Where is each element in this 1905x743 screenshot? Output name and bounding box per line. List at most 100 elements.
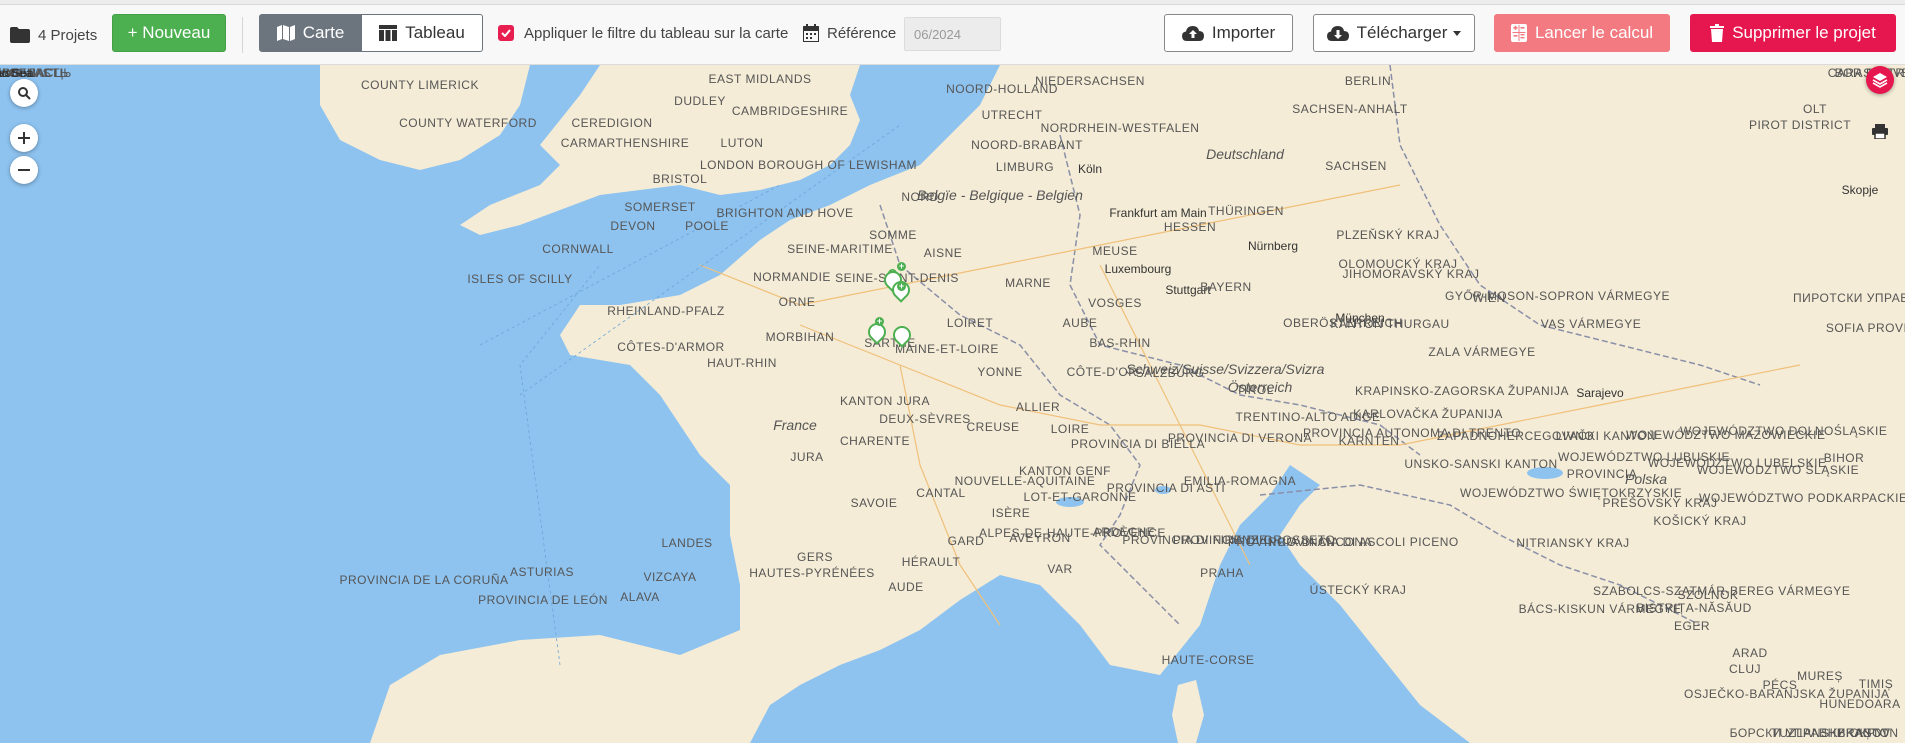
map-label: YONNE bbox=[977, 365, 1023, 379]
map-label: SOMERSET bbox=[624, 200, 696, 214]
map-label: SOFIA PROVINCE bbox=[1825, 321, 1905, 335]
map-label: Polska bbox=[1624, 471, 1668, 487]
projects-count[interactable]: 4 Projets bbox=[10, 23, 97, 47]
download-button[interactable]: Télécharger bbox=[1313, 14, 1475, 52]
map-label: Köln bbox=[1077, 162, 1103, 176]
map-label: KARLOVAČKA ŽUPANIJA bbox=[1353, 407, 1503, 421]
map-label: NITRIANSKY KRAJ bbox=[1516, 536, 1630, 550]
map-label: CORNWALL bbox=[542, 242, 614, 256]
map-label: HESSEN bbox=[1163, 220, 1217, 234]
map-label: ALAVA bbox=[620, 590, 660, 604]
map-label: ПИРОТСКИ УПРАВНИ ОКРУГ bbox=[1793, 291, 1905, 305]
map-label: CANTAL bbox=[916, 486, 966, 500]
map-label: VIZCAYA bbox=[643, 570, 697, 584]
map-label: HAUT-RHIN bbox=[707, 356, 777, 370]
map-label: PROVINCIA DI ASCOLI PICENO bbox=[1269, 535, 1459, 549]
plus-icon bbox=[18, 132, 30, 144]
map-label: UNSKO-SANSKI KANTON bbox=[1404, 457, 1558, 471]
map-label: PROVINCIA DI VERONA bbox=[1167, 431, 1313, 445]
map-label: GYŐR-MOSON-SOPRON VÁRMEGYE bbox=[1445, 289, 1671, 303]
map-label: CREUSE bbox=[966, 420, 1020, 434]
map-label: SEINE-MARITIME bbox=[787, 242, 893, 256]
map-label: PROVINCIA DE LA CORUÑA bbox=[339, 573, 509, 587]
delete-project-button[interactable]: Supprimer le projet bbox=[1690, 14, 1896, 52]
map-label: LUTON bbox=[720, 136, 764, 150]
zoom-in-button[interactable] bbox=[10, 124, 38, 152]
map-background bbox=[0, 65, 1905, 743]
import-label: Importer bbox=[1211, 23, 1276, 42]
map-label: VAR bbox=[1047, 562, 1073, 576]
calculator-icon bbox=[1510, 24, 1527, 42]
map-label: AISNE bbox=[923, 246, 963, 260]
map-label: ÚSTECKÝ KRAJ bbox=[1309, 583, 1407, 597]
import-button[interactable]: Importer bbox=[1164, 14, 1293, 52]
map-label: BRIGHTON AND HOVE bbox=[716, 206, 854, 220]
map-label: Österreich bbox=[1227, 379, 1293, 395]
map-label: NIEDERSACHSEN bbox=[1035, 74, 1145, 88]
map-label: DEVON bbox=[610, 219, 656, 233]
map-label: SACHSEN bbox=[1325, 159, 1387, 173]
map-label: CEREDIGION bbox=[571, 116, 653, 130]
map-label: ALLIER bbox=[1015, 400, 1061, 414]
map-label: KANTON THURGAU bbox=[1330, 317, 1450, 331]
map-label: SALZBURG bbox=[1135, 366, 1205, 380]
map-label: SAVOIE bbox=[850, 496, 898, 510]
map-label: Luxembourg bbox=[1104, 262, 1172, 276]
calendar-icon bbox=[803, 24, 819, 42]
zoom-out-button[interactable] bbox=[10, 156, 38, 184]
map-label: Sarajevo bbox=[1576, 386, 1624, 400]
map-label: BERLIN bbox=[1344, 74, 1392, 88]
map-search-button[interactable] bbox=[10, 79, 38, 107]
map-label: Skopje bbox=[1841, 183, 1879, 197]
map-label: ASTURIAS bbox=[509, 565, 575, 579]
run-calculation-button[interactable]: Lancer le calcul bbox=[1494, 14, 1670, 52]
cloud-download-icon bbox=[1326, 25, 1349, 41]
map-label: OLT bbox=[1803, 102, 1827, 116]
map-label: KANTON JURA bbox=[840, 394, 930, 408]
map-label: SACHSEN-ANHALT bbox=[1292, 102, 1408, 116]
map-label: DUDLEY bbox=[674, 94, 726, 108]
map-label: NORDRHEIN-WESTFALEN bbox=[1040, 121, 1200, 135]
map-label: БОРСКИ УПРАВНИ ОКРУГ bbox=[1729, 726, 1891, 740]
map-label: COUNTY WATERFORD bbox=[399, 116, 537, 130]
marker-plus-icon: + bbox=[897, 261, 906, 271]
map-label: RHEINLAND-PFALZ bbox=[607, 304, 725, 318]
layers-button[interactable] bbox=[1866, 66, 1894, 94]
map-label: BRISTOL bbox=[652, 172, 708, 186]
toolbar: 4 Projets + Nouveau Carte Tableau Appliq… bbox=[0, 5, 1905, 65]
view-map-label: Carte bbox=[302, 23, 345, 42]
map-label: ZALA VÁRMEGYE bbox=[1428, 345, 1536, 359]
map-label: COUNTY LIMERICK bbox=[361, 78, 479, 92]
map-label: ARAD bbox=[1732, 646, 1768, 660]
map-view[interactable]: COUNTY LIMERICK COUNTY WATERFORD EAST MIDL… bbox=[0, 65, 1905, 743]
map-label: DEUX-SÈVRES bbox=[879, 412, 971, 426]
reference-input[interactable] bbox=[904, 17, 1001, 51]
check-icon bbox=[501, 29, 511, 37]
map-label: EAST MIDLANDS bbox=[708, 72, 812, 86]
map-label: Belgïe - Belgique - Belgien bbox=[917, 187, 1083, 203]
map-label: EMILIA-ROMAGNA bbox=[1183, 474, 1297, 488]
printer-icon bbox=[1872, 123, 1888, 139]
map-label: BIHOR bbox=[1823, 451, 1865, 465]
map-label: LIMBURG bbox=[995, 160, 1055, 174]
view-map-button[interactable]: Carte bbox=[259, 14, 362, 52]
map-label: Nürnberg bbox=[1247, 239, 1299, 253]
apply-filter-toggle[interactable]: Appliquer le filtre du tableau sur la ca… bbox=[498, 22, 788, 44]
map-label: AUBE bbox=[1062, 316, 1098, 330]
map-label: LANDES bbox=[661, 536, 713, 550]
map-label: HÉRAULT bbox=[901, 555, 961, 569]
map-label: CARMARTHENSHIRE bbox=[560, 136, 690, 150]
map-label: CHARENTE bbox=[839, 434, 911, 448]
map-label: LOIRE bbox=[1050, 422, 1090, 436]
cloud-upload-icon bbox=[1181, 25, 1204, 41]
new-project-button[interactable]: + Nouveau bbox=[112, 14, 226, 52]
search-icon bbox=[17, 86, 31, 100]
map-label: THÜRINGEN bbox=[1208, 204, 1284, 218]
print-button[interactable] bbox=[1866, 117, 1894, 145]
layers-icon bbox=[1872, 73, 1888, 88]
apply-filter-label: Appliquer le filtre du tableau sur la ca… bbox=[524, 24, 789, 42]
marker-plus-icon: + bbox=[875, 316, 884, 326]
view-table-button[interactable]: Tableau bbox=[362, 14, 483, 52]
apply-filter-checkbox[interactable] bbox=[498, 25, 514, 41]
map-label: Deutschland bbox=[1206, 146, 1284, 162]
